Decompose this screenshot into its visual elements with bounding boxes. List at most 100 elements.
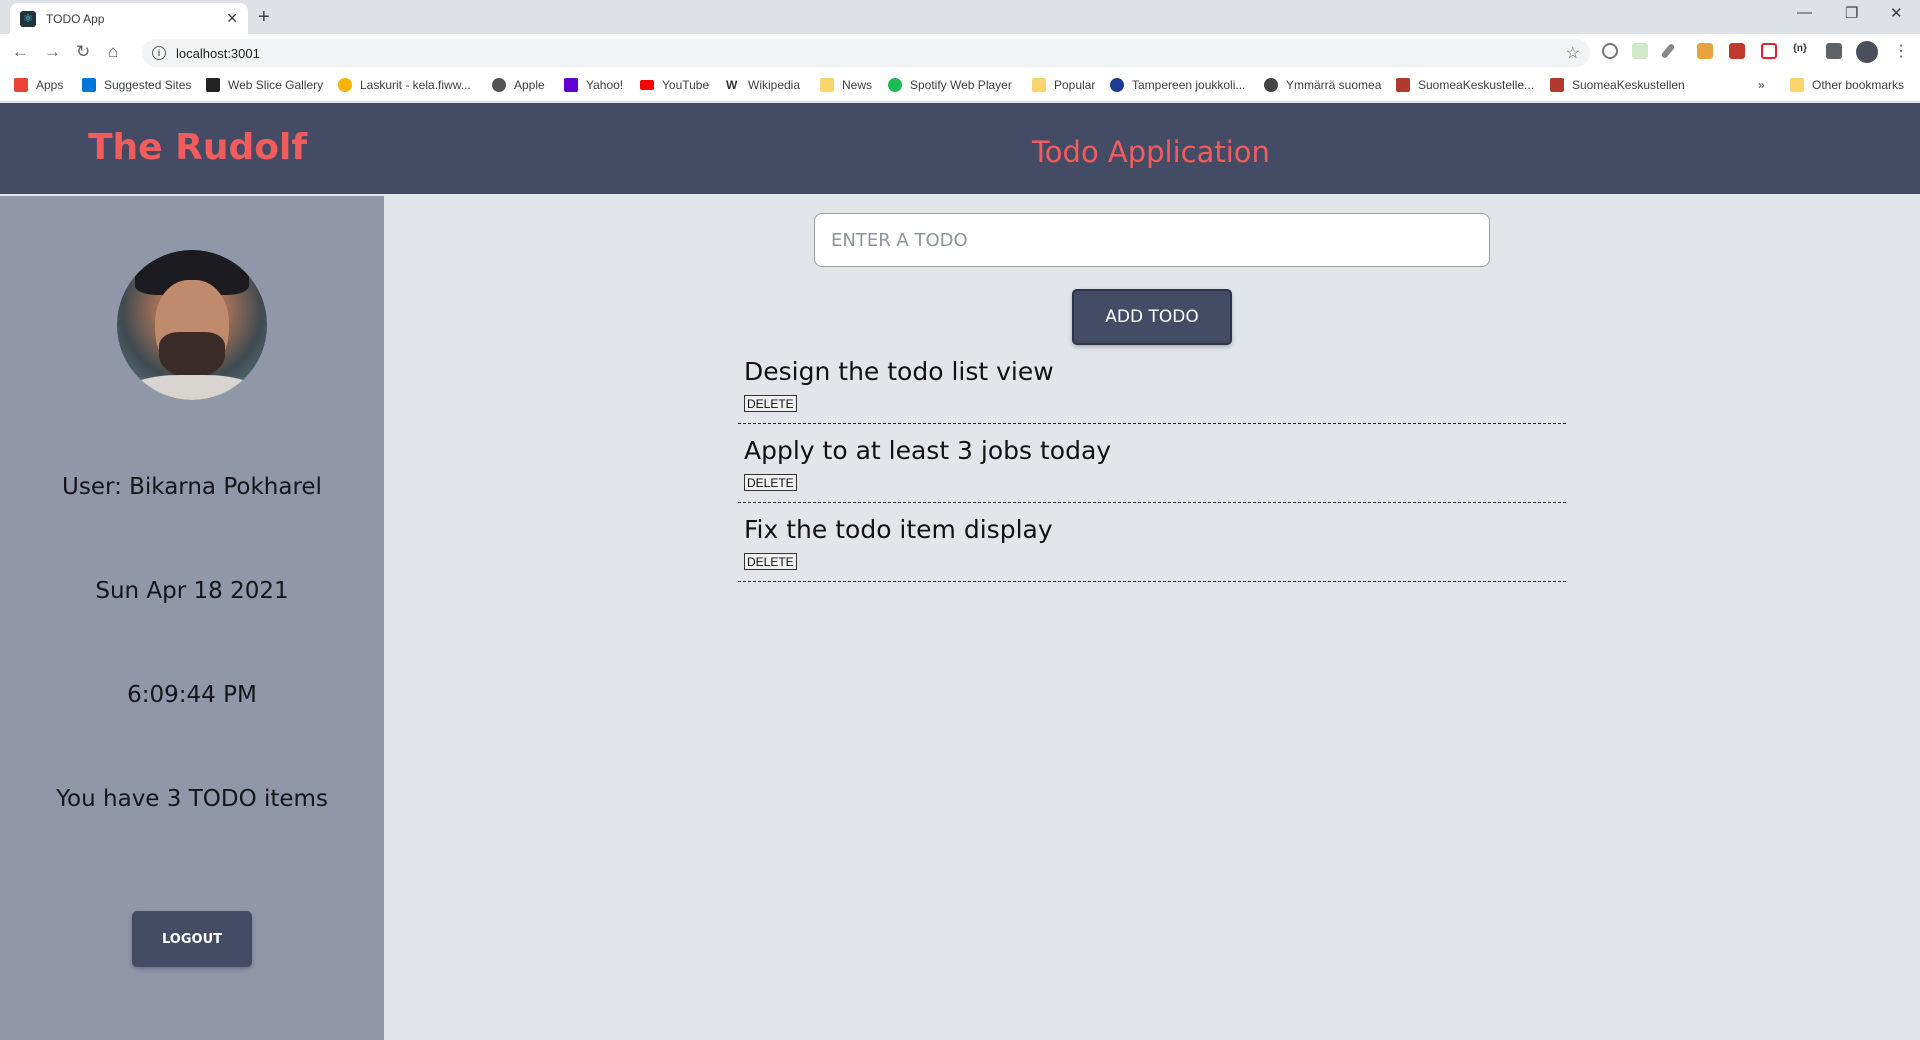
browser-tabstrip: ⚛ TODO App ✕ + — ❐ ✕	[0, 0, 1920, 34]
bookmark-label: YouTube	[662, 78, 710, 92]
delete-todo-button[interactable]: DELETE	[744, 474, 797, 491]
todo-text: Apply to at least 3 jobs today	[744, 436, 1112, 465]
globe-icon	[1264, 78, 1278, 92]
todo-input[interactable]	[814, 213, 1490, 267]
avatar-beard	[159, 332, 225, 378]
yahoo-icon	[564, 78, 578, 92]
eyedropper-icon[interactable]	[1660, 42, 1676, 60]
brand-logo-text: The Rudolf	[88, 127, 307, 168]
spotify-icon	[888, 78, 902, 92]
bookmark-label: Suggested Sites	[104, 78, 192, 92]
bookmark-youtube[interactable]: YouTube	[640, 78, 709, 92]
current-date: Sun Apr 18 2021	[95, 578, 289, 604]
current-time: 6:09:44 PM	[127, 682, 257, 708]
apple-icon	[492, 78, 506, 92]
todo-text: Fix the todo item display	[744, 515, 1053, 544]
bookmark-news[interactable]: News	[820, 78, 872, 92]
forward-icon[interactable]: →	[44, 42, 61, 62]
todo-list-item: Apply to at least 3 jobs today DELETE	[738, 424, 1566, 503]
bookmark-label: Apple	[514, 78, 545, 92]
window-close-icon[interactable]: ✕	[1890, 4, 1903, 22]
bookmark-ymmarra-suomea[interactable]: Ymmärrä suomea	[1264, 78, 1381, 92]
nysse-icon	[1110, 78, 1124, 92]
extension-sheet-icon[interactable]	[1632, 43, 1648, 59]
avatar-shirt	[127, 375, 257, 400]
bookmark-web-slice-gallery[interactable]: Web Slice Gallery	[206, 78, 323, 92]
bookmark-spotify[interactable]: Spotify Web Player	[888, 78, 1012, 92]
url-text: localhost:3001	[176, 45, 260, 61]
bookmark-label: Other bookmarks	[1812, 78, 1905, 92]
bookmarks-bar: Apps Suggested Sites Web Slice Gallery L…	[0, 70, 1920, 102]
profile-avatar-icon[interactable]	[1856, 41, 1878, 63]
bookmark-label: Wikipedia	[748, 78, 801, 92]
bookmark-suomeakeskustelle[interactable]: SuomeaKeskustelle...	[1396, 78, 1534, 92]
bookmark-apps[interactable]: Apps	[14, 78, 63, 92]
bookmark-label: Apps	[36, 78, 64, 92]
user-avatar	[117, 250, 267, 400]
bookmark-wikipedia[interactable]: W Wikipedia	[726, 78, 800, 92]
bookmark-apple[interactable]: Apple	[492, 78, 545, 92]
folder-icon	[1032, 78, 1046, 92]
page-title: Todo Application	[1032, 135, 1270, 169]
todo-text: Design the todo list view	[744, 357, 1054, 386]
user-name: User: Bikarna Pokharel	[62, 474, 322, 500]
restore-icon[interactable]: ❐	[1845, 4, 1858, 22]
web-slice-icon	[206, 78, 220, 92]
bookmark-label: Web Slice Gallery	[228, 78, 324, 92]
site-info-icon[interactable]: i	[152, 46, 166, 60]
logout-button[interactable]: LOGOUT	[132, 911, 252, 967]
apps-grid-icon	[14, 78, 28, 92]
bookmark-laskurit[interactable]: Laskurit - kela.fiww...	[338, 78, 471, 92]
bookmark-yahoo[interactable]: Yahoo!	[564, 78, 623, 92]
bookmarks-overflow-icon[interactable]: »	[1758, 78, 1765, 92]
home-icon[interactable]: ⌂	[108, 42, 118, 62]
bing-icon	[82, 78, 96, 92]
bookmark-label: Ymmärrä suomea	[1286, 78, 1382, 92]
browser-tab[interactable]: ⚛ TODO App ✕	[10, 3, 248, 34]
bookmark-other[interactable]: Other bookmarks	[1790, 78, 1904, 92]
youtube-icon	[640, 80, 654, 90]
bookmark-suggested-sites[interactable]: Suggested Sites	[82, 78, 191, 92]
extension-palette-icon[interactable]	[1697, 43, 1713, 59]
new-tab-icon[interactable]: +	[258, 6, 270, 29]
browser-menu-icon[interactable]: ⋮	[1893, 41, 1909, 61]
delete-todo-button[interactable]: DELETE	[744, 395, 797, 412]
todo-list-item: Fix the todo item display DELETE	[738, 503, 1566, 582]
add-todo-button[interactable]: ADD TODO	[1072, 289, 1232, 345]
react-favicon-icon: ⚛	[20, 10, 36, 27]
extension-red-icon[interactable]	[1729, 43, 1745, 59]
bookmark-suomeakeskustellen[interactable]: SuomeaKeskustellen	[1550, 78, 1685, 92]
extension-circle-icon[interactable]	[1602, 43, 1618, 59]
folder-icon	[820, 78, 834, 92]
wikipedia-icon: W	[726, 78, 740, 92]
bookmark-label: Popular	[1054, 78, 1096, 92]
kela-icon	[338, 78, 352, 92]
browser-toolbar: ← → ↻ ⌂ i localhost:3001 ☆ {n} ⋮	[0, 34, 1920, 70]
tab-title: TODO App	[46, 11, 105, 26]
bookmark-label: SuomeaKeskustellen	[1572, 78, 1685, 92]
minimize-icon[interactable]: —	[1797, 4, 1812, 21]
sidebar: User: Bikarna Pokharel Sun Apr 18 2021 6…	[0, 196, 384, 1040]
star-logo-icon	[1396, 78, 1410, 92]
bookmark-label: Spotify Web Player	[910, 78, 1012, 92]
todo-list-item: Design the todo list view DELETE	[738, 345, 1566, 424]
bookmark-label: SuomeaKeskustelle...	[1418, 78, 1535, 92]
bookmark-star-icon[interactable]: ☆	[1566, 43, 1580, 63]
reload-icon[interactable]: ↻	[76, 42, 90, 62]
close-tab-icon[interactable]: ✕	[226, 10, 238, 27]
address-bar[interactable]: i localhost:3001 ☆	[142, 39, 1590, 67]
bookmark-label: Tampereen joukkoli...	[1132, 78, 1246, 92]
app-header: The Rudolf Todo Application	[0, 103, 1920, 194]
back-icon[interactable]: ←	[12, 42, 29, 62]
extension-pocket-icon[interactable]	[1761, 43, 1777, 59]
bookmark-tampereen[interactable]: Tampereen joukkoli...	[1110, 78, 1245, 92]
star-logo-icon	[1550, 78, 1564, 92]
bookmark-label: Laskurit - kela.fiww...	[360, 78, 471, 92]
bookmark-label: Yahoo!	[586, 78, 624, 92]
todo-count: You have 3 TODO items	[56, 786, 328, 812]
bookmark-popular[interactable]: Popular	[1032, 78, 1095, 92]
delete-todo-button[interactable]: DELETE	[744, 553, 797, 570]
extension-json-icon[interactable]: {n}	[1793, 43, 1809, 59]
bookmark-label: News	[842, 78, 873, 92]
extensions-puzzle-icon[interactable]	[1826, 43, 1842, 59]
